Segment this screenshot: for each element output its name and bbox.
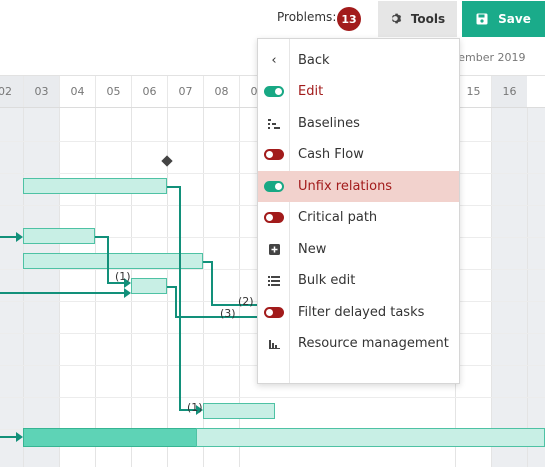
weekend-column — [0, 108, 59, 467]
bar-chart-icon — [268, 340, 280, 349]
milestone-diamond[interactable] — [161, 155, 173, 167]
link-arrow — [16, 432, 23, 442]
problems-count-badge[interactable]: 13 — [337, 7, 361, 31]
menu-item-cash-flow[interactable]: Cash Flow — [258, 139, 459, 170]
gear-icon — [390, 10, 403, 29]
day-cell: 03 — [23, 76, 59, 107]
menu-item-label: Cash Flow — [298, 147, 364, 162]
toggle-off-icon[interactable] — [264, 212, 284, 223]
menu-item-filter-delayed-tasks[interactable]: Filter delayed tasks — [258, 297, 459, 328]
task-bar[interactable] — [196, 428, 545, 447]
menu-item-edit[interactable]: Edit — [258, 76, 459, 107]
toggle-off-icon[interactable] — [264, 149, 284, 160]
baselines-icon — [268, 118, 280, 129]
day-cell: 07 — [167, 76, 203, 107]
menu-item-label: Unfix relations — [298, 179, 393, 194]
problems-label: Problems: — [277, 10, 337, 24]
menu-item-label: Edit — [298, 84, 324, 99]
tools-dropdown-menu: ‹ Back Edit Baselines Cash Flow Unfix re… — [257, 38, 460, 384]
menu-item-label: New — [298, 242, 327, 257]
day-cell: 16 — [491, 76, 527, 107]
lag-label: (1) — [187, 401, 203, 414]
link-arrow — [16, 232, 23, 242]
day-cell: 06 — [131, 76, 167, 107]
chevron-left-icon: ‹ — [271, 53, 277, 68]
menu-item-resource-management[interactable]: Resource management — [258, 328, 459, 359]
lag-label: (1) — [115, 270, 131, 283]
save-button[interactable]: Save — [462, 1, 545, 37]
menu-item-label: Bulk edit — [298, 273, 356, 288]
day-cell: 04 — [59, 76, 95, 107]
toggle-on-icon[interactable] — [264, 86, 284, 97]
day-cell: 08 — [203, 76, 239, 107]
weekend-column — [491, 108, 545, 467]
menu-item-bulk-edit[interactable]: Bulk edit — [258, 265, 459, 296]
lag-label: (3) — [220, 307, 236, 320]
menu-item-new[interactable]: New — [258, 234, 459, 265]
lag-label: (2) — [238, 295, 254, 308]
toggle-on-icon[interactable] — [264, 181, 284, 192]
menu-item-unfix-relations[interactable]: Unfix relations — [258, 171, 459, 202]
menu-item-label: Critical path — [298, 210, 378, 225]
day-cell: 15 — [455, 76, 491, 107]
floppy-disk-icon — [476, 10, 488, 29]
task-bar[interactable] — [203, 403, 275, 419]
day-cell: 05 — [95, 76, 131, 107]
task-bar[interactable] — [23, 178, 167, 194]
link-arrow — [124, 288, 131, 298]
save-label: Save — [498, 12, 531, 26]
menu-item-label: Resource management — [298, 336, 449, 351]
list-icon — [268, 275, 280, 286]
day-cell: 02 — [0, 76, 23, 107]
task-bar[interactable] — [131, 278, 167, 294]
tools-button[interactable]: Tools — [378, 1, 457, 37]
menu-item-label: Filter delayed tasks — [298, 305, 425, 320]
task-bar-progress[interactable] — [23, 428, 197, 447]
menu-item-critical-path[interactable]: Critical path — [258, 202, 459, 233]
toggle-off-icon[interactable] — [264, 307, 284, 318]
task-bar[interactable] — [23, 253, 203, 269]
task-bar[interactable] — [23, 228, 95, 244]
menu-item-back[interactable]: ‹ Back — [258, 45, 459, 76]
menu-item-label: Back — [298, 53, 330, 68]
menu-item-baselines[interactable]: Baselines — [258, 108, 459, 139]
toolbar: Problems: 13 Tools Save — [0, 0, 545, 37]
plus-square-icon — [268, 244, 280, 255]
tools-label: Tools — [410, 12, 446, 26]
menu-item-label: Baselines — [298, 116, 360, 131]
